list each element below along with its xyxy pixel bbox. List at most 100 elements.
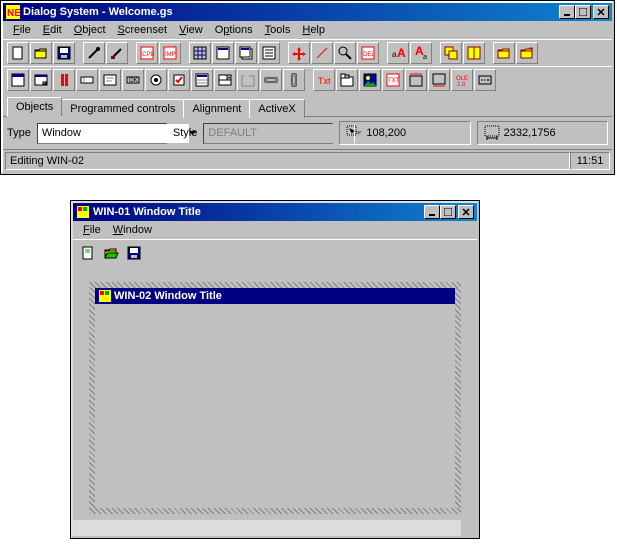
line-icon[interactable] <box>311 42 333 64</box>
type-input[interactable] <box>38 124 188 143</box>
hscroll-icon[interactable] <box>260 69 282 91</box>
list-icon[interactable] <box>258 42 280 64</box>
win01-icon <box>76 205 90 219</box>
win01-scroll-corner <box>461 520 477 536</box>
menu-view[interactable]: View <box>173 22 209 38</box>
svg-text:IMP: IMP <box>165 52 176 58</box>
win01-hscrollbar[interactable] <box>73 520 461 536</box>
tabbar: Objects Programmed controls Alignment Ac… <box>3 93 612 116</box>
bitmap-icon[interactable] <box>359 69 381 91</box>
font-size-icon[interactable]: aA <box>387 42 409 64</box>
toolbar-1: CPB IMP DEL aA Aa <box>3 39 612 66</box>
ole-icon[interactable]: OLE2.0 <box>451 69 473 91</box>
style-input <box>204 124 354 143</box>
win01-new-icon[interactable] <box>77 242 99 264</box>
zoom-icon[interactable] <box>334 42 356 64</box>
win01-title: WIN-01 Window Title <box>93 206 424 218</box>
position-icon <box>346 125 362 141</box>
type-combo[interactable] <box>37 123 167 144</box>
listbox-icon[interactable] <box>191 69 213 91</box>
design-window-win01: WIN-01 Window Title File Window WIN-02 <box>70 200 480 539</box>
win01-toolbar <box>73 239 477 266</box>
vbar-icon[interactable] <box>53 69 75 91</box>
win01-menubar: File Window <box>73 221 477 239</box>
minimize-button[interactable] <box>559 5 575 19</box>
svg-text:DEL: DEL <box>363 52 375 58</box>
menu-help[interactable]: Help <box>296 22 331 38</box>
new-icon[interactable] <box>7 42 29 64</box>
brush-icon[interactable] <box>106 42 128 64</box>
titlebar: NE Dialog System - Welcome.gs <box>3 3 612 21</box>
style-combo <box>203 123 333 144</box>
tab-objects[interactable]: Objects <box>7 97 62 117</box>
tab-control-icon[interactable] <box>336 69 358 91</box>
cpb-icon[interactable]: CPB <box>136 42 158 64</box>
vscroll-icon[interactable] <box>283 69 305 91</box>
win01-minimize-button[interactable] <box>424 205 440 219</box>
folder2-icon[interactable] <box>516 42 538 64</box>
menu-edit[interactable]: Edit <box>37 22 68 38</box>
tab-alignment[interactable]: Alignment <box>183 99 250 118</box>
form-icon[interactable] <box>212 42 234 64</box>
style-label: Style <box>173 127 197 139</box>
size-icon <box>484 125 500 141</box>
menu-tools[interactable]: Tools <box>259 22 297 38</box>
txt-red-icon[interactable]: TXT <box>382 69 404 91</box>
frame2-icon[interactable] <box>428 69 450 91</box>
close-button[interactable] <box>593 5 609 19</box>
open-icon[interactable] <box>30 42 52 64</box>
svg-text:a: a <box>423 54 427 61</box>
textbox-icon[interactable] <box>99 69 121 91</box>
win01-menu-window[interactable]: Window <box>107 222 158 238</box>
win01-maximize-button[interactable] <box>440 205 456 219</box>
control-icon[interactable] <box>474 69 496 91</box>
save-icon[interactable] <box>53 42 75 64</box>
combobox-icon[interactable] <box>214 69 236 91</box>
svg-text:OK: OK <box>129 78 138 84</box>
folder1-icon[interactable] <box>493 42 515 64</box>
size-box: 2332,1756 <box>477 121 608 145</box>
window-icon[interactable] <box>7 69 29 91</box>
menu-file[interactable]: File <box>7 22 37 38</box>
svg-text:NE: NE <box>7 8 20 19</box>
win01-menu-file[interactable]: File <box>77 222 107 238</box>
svg-text:Txt: Txt <box>318 76 331 86</box>
frame1-icon[interactable] <box>405 69 427 91</box>
win02-client-area[interactable] <box>95 304 455 506</box>
eyedropper-icon[interactable] <box>83 42 105 64</box>
menu-object[interactable]: Object <box>68 22 112 38</box>
tile-icon[interactable] <box>463 42 485 64</box>
cascade-icon[interactable] <box>440 42 462 64</box>
position-box: 108,200 <box>339 121 470 145</box>
status-time: 11:51 <box>570 152 610 170</box>
groupbox-icon[interactable] <box>237 69 259 91</box>
menubar: File Edit Object Screenset View Options … <box>3 21 612 39</box>
imp-icon[interactable]: IMP <box>159 42 181 64</box>
window-title: Dialog System - Welcome.gs <box>23 6 559 18</box>
design-object-win02[interactable]: WIN-02 Window Title <box>95 288 455 508</box>
win01-titlebar: WIN-01 Window Title <box>73 203 477 221</box>
grid-icon[interactable] <box>189 42 211 64</box>
menu-options[interactable]: Options <box>209 22 259 38</box>
win01-open-icon[interactable] <box>100 242 122 264</box>
text-label-icon[interactable]: Txt <box>313 69 335 91</box>
svg-text:I: I <box>83 77 85 84</box>
delete-icon[interactable]: DEL <box>357 42 379 64</box>
font-subscript-icon[interactable]: Aa <box>410 42 432 64</box>
copy-form-icon[interactable] <box>235 42 257 64</box>
menu-screenset[interactable]: Screenset <box>112 22 174 38</box>
win01-close-button[interactable] <box>458 205 474 219</box>
properties-row: Type Style 108,200 2332,1756 <box>3 116 612 149</box>
tab-activex[interactable]: ActiveX <box>249 99 304 118</box>
radio-icon[interactable] <box>145 69 167 91</box>
app-icon: NE <box>6 5 20 19</box>
entry-icon[interactable]: I <box>76 69 98 91</box>
maximize-button[interactable] <box>575 5 591 19</box>
dialog-icon[interactable] <box>30 69 52 91</box>
button-icon[interactable]: OK <box>122 69 144 91</box>
move-icon[interactable] <box>288 42 310 64</box>
checkbox-icon[interactable] <box>168 69 190 91</box>
win01-save-icon[interactable] <box>123 242 145 264</box>
tab-programmed-controls[interactable]: Programmed controls <box>61 99 184 118</box>
svg-text:CPB: CPB <box>142 52 154 58</box>
